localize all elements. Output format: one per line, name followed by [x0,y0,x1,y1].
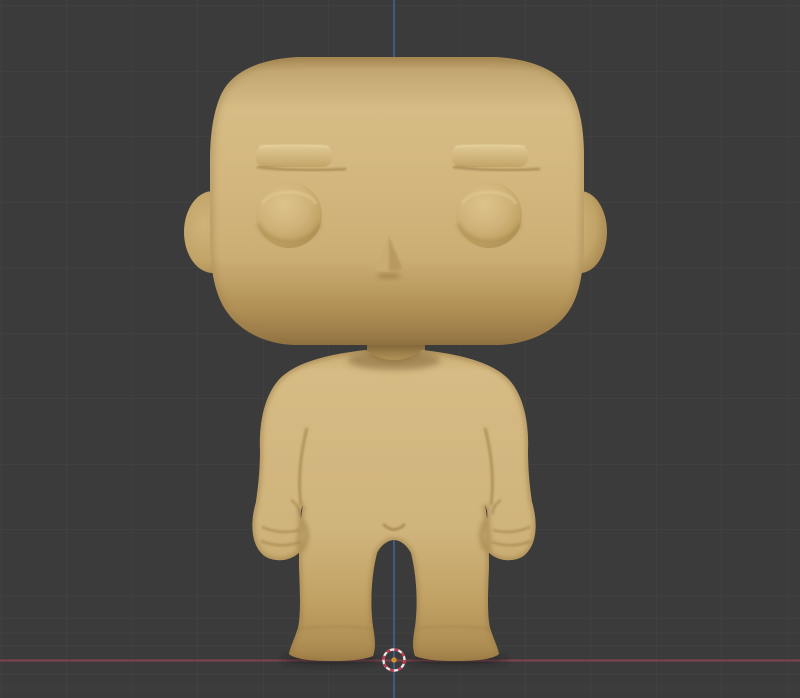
cursor-center-dot [391,657,397,663]
viewport-canvas[interactable] [0,0,800,698]
model-right-eyebrow[interactable] [452,145,528,167]
nose-under-shadow [377,273,401,279]
model-left-eyebrow[interactable] [256,145,332,167]
3d-viewport[interactable] [0,0,800,698]
